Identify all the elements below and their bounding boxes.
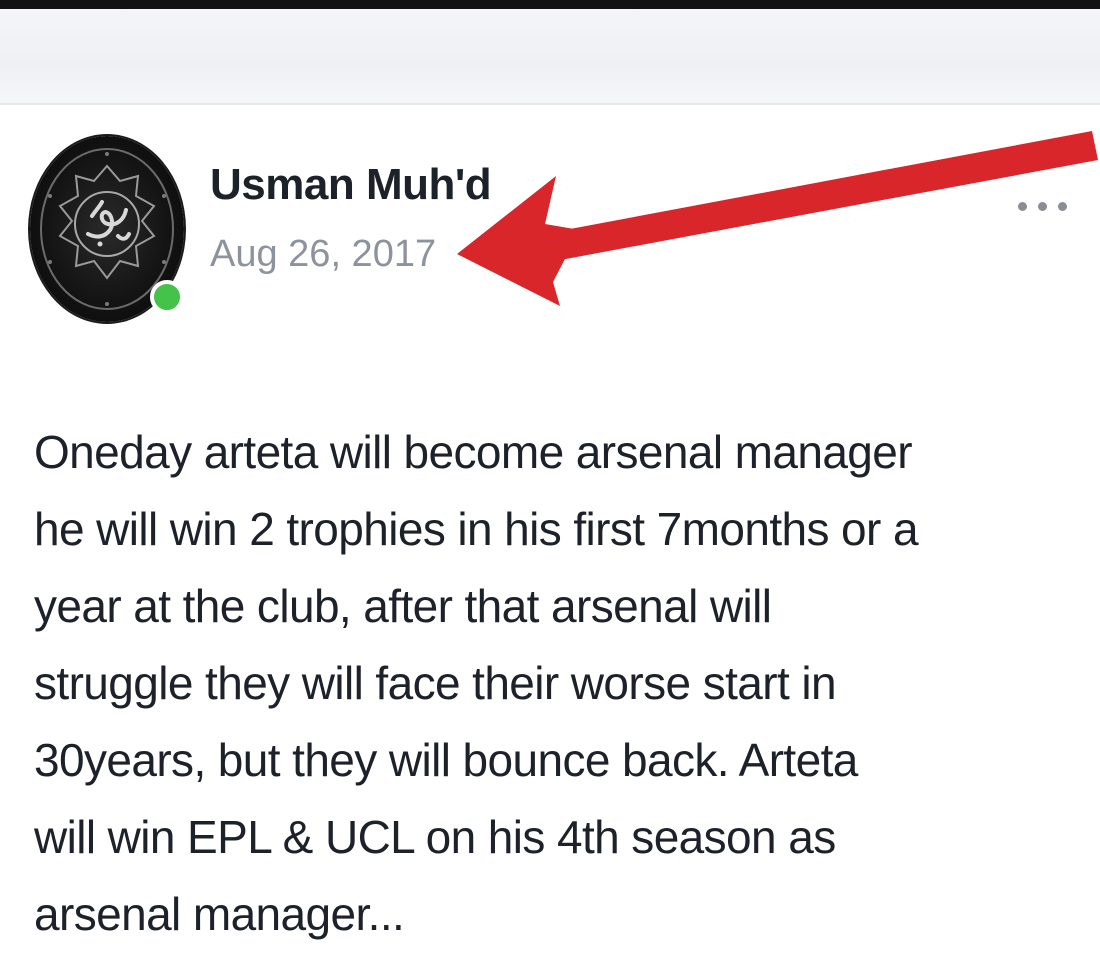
more-options-button[interactable] bbox=[1008, 188, 1078, 228]
author-name[interactable]: Usman Muh'd bbox=[210, 160, 492, 210]
more-options-icon-dot bbox=[1058, 202, 1067, 211]
post-body-line: struggle they will face their worse star… bbox=[34, 657, 837, 709]
post-date[interactable]: Aug 26, 2017 bbox=[210, 233, 436, 276]
top-edge-bar bbox=[0, 0, 1100, 9]
screenshot-frame: Usman Muh'd Aug 26, 2017 Oneday arteta w… bbox=[0, 0, 1100, 968]
header-divider bbox=[0, 103, 1100, 105]
more-options-icon bbox=[1018, 202, 1027, 211]
more-options-icon-dot bbox=[1038, 202, 1047, 211]
post-body-line: will win EPL & UCL on his 4th season as bbox=[34, 811, 836, 863]
post-body-line: 30years, but they will bounce back. Arte… bbox=[34, 734, 858, 786]
post-body-line: year at the club, after that arsenal wil… bbox=[34, 580, 772, 632]
post-body-line: he will win 2 trophies in his first 7mon… bbox=[34, 503, 919, 555]
online-status-indicator bbox=[150, 280, 184, 314]
post-body-line: arsenal manager... bbox=[34, 888, 405, 940]
header-band bbox=[0, 9, 1100, 104]
post-body-line: Oneday arteta will become arsenal manage… bbox=[34, 426, 913, 478]
post-body: Oneday arteta will become arsenal manage… bbox=[34, 414, 1084, 953]
